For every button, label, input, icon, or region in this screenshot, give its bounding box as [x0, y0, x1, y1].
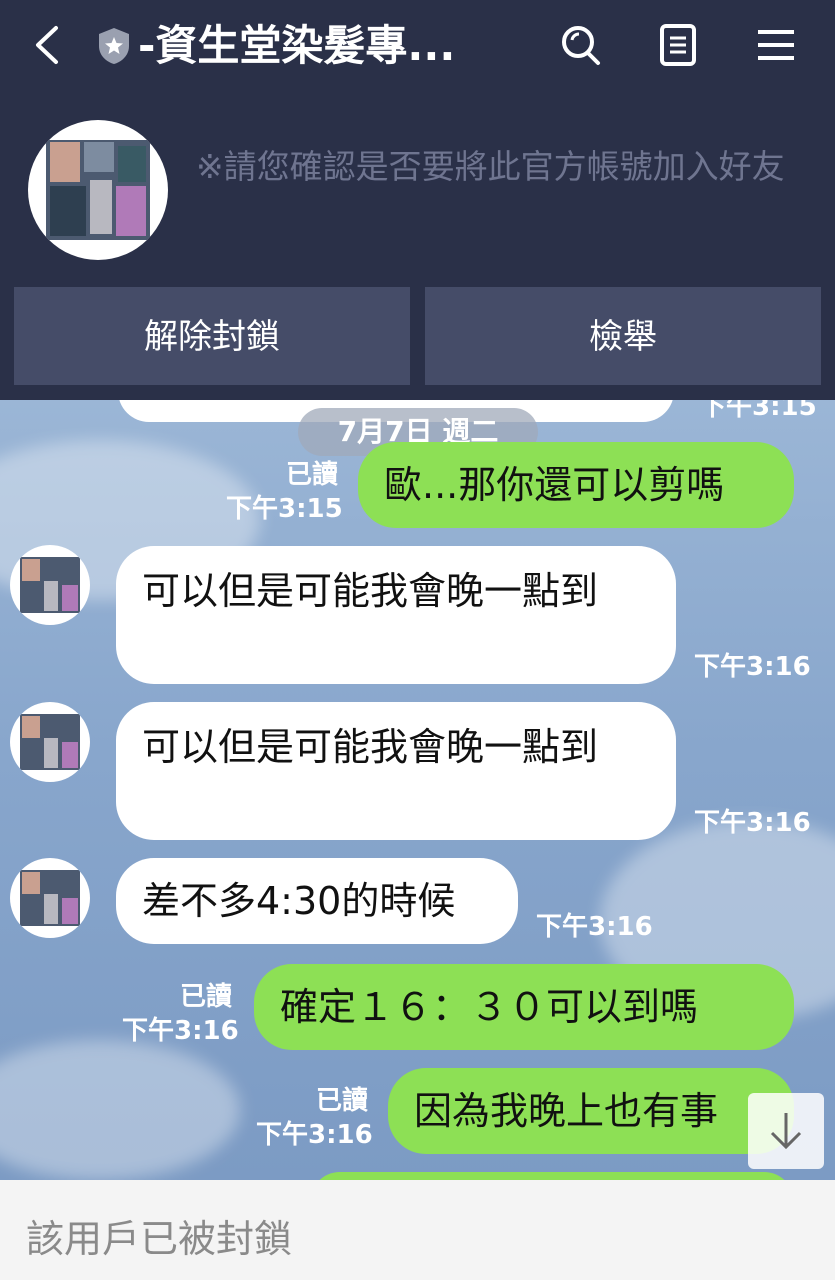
message-time: 下午3:16 — [536, 912, 653, 942]
their-message-bubble[interactable]: 可以但是可能我會晚一點到 — [116, 546, 676, 684]
background-cloud — [0, 1040, 240, 1180]
input-bar: 該用戶已被封鎖 — [0, 1180, 835, 1280]
read-receipt: 已讀 — [180, 982, 233, 1012]
read-receipt: 已讀 — [286, 460, 339, 490]
arrow-down-icon — [770, 1113, 802, 1150]
chat-header: -資生堂染髮專... ※請您確認是否要將此官方帳號加入好友 解除封鎖 檢舉 — [0, 0, 835, 400]
their-message-bubble[interactable]: 差不多4:30的時候 — [116, 858, 518, 944]
sender-avatar[interactable] — [10, 858, 90, 938]
message-time: 下午3:15 — [700, 400, 817, 422]
my-message-bubble[interactable]: 因為我晚上也有事 — [388, 1068, 794, 1154]
official-shield-icon — [99, 28, 129, 64]
menu-icon[interactable] — [754, 22, 798, 68]
message-time: 下午3:16 — [122, 1016, 239, 1046]
sender-avatar[interactable] — [10, 545, 90, 625]
back-arrow-icon[interactable] — [28, 22, 68, 68]
account-avatar[interactable] — [28, 120, 168, 260]
sender-avatar[interactable] — [10, 702, 90, 782]
chat-area[interactable]: 下午3:15 7月7日 週二 已讀 下午3:15 歐...那你還可以剪嗎 可以但… — [0, 400, 835, 1180]
read-receipt: 已讀 — [316, 1086, 369, 1116]
add-friend-notice: ※請您確認是否要將此官方帳號加入好友 — [196, 147, 785, 186]
notes-icon[interactable] — [656, 22, 700, 68]
message-time: 下午3:15 — [226, 494, 343, 524]
message-time: 下午3:16 — [256, 1120, 373, 1150]
message-time: 下午3:16 — [694, 808, 811, 838]
report-button[interactable]: 檢舉 — [425, 287, 821, 385]
chat-title: -資生堂染髮專... — [138, 21, 456, 70]
message-time: 下午3:16 — [694, 652, 811, 682]
unblock-button[interactable]: 解除封鎖 — [14, 287, 410, 385]
my-message-bubble[interactable]: 歐...那你還可以剪嗎 — [358, 442, 794, 528]
scroll-to-bottom-button[interactable] — [748, 1093, 824, 1169]
search-icon[interactable] — [558, 22, 602, 68]
my-message-bubble[interactable]: 確定１６：３０可以到嗎 — [254, 964, 794, 1050]
top-bar: -資生堂染髮專... — [0, 0, 835, 92]
their-message-bubble[interactable]: 可以但是可能我會晚一點到 — [116, 702, 676, 840]
blocked-notice: 該用戶已被封鎖 — [26, 1217, 293, 1261]
my-message-bubble-partial[interactable] — [310, 1172, 794, 1180]
